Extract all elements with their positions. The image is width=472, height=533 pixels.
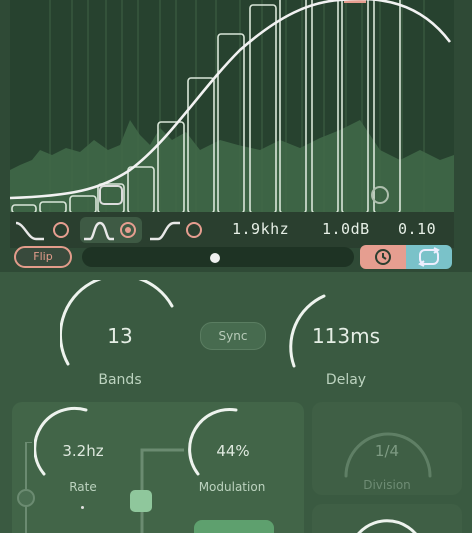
randomize-button[interactable]: [194, 520, 274, 533]
transport-row: Flip: [10, 244, 454, 272]
division-card: 1/4 Division: [312, 402, 462, 495]
q-readout[interactable]: 0.10: [398, 220, 436, 238]
lowpass-icon: [15, 221, 69, 241]
delay-label: Delay: [325, 372, 367, 388]
spectrum-graph: [10, 0, 454, 212]
modulation-label: Modulation: [198, 480, 266, 494]
highpass-shape-button[interactable]: [146, 217, 208, 243]
mod-amount-handle[interactable]: [130, 490, 152, 512]
bands-label: Bands: [98, 372, 142, 388]
modulation-card: 3.2hz Rate 44% Modulation: [12, 402, 304, 533]
vocoder-plugin-window: 1.9khz 1.0dB 0.10 Flip 13 Bands Sync 113…: [0, 0, 472, 533]
clock-icon: [375, 249, 391, 265]
sync-arrows-icon: [418, 247, 440, 267]
frequency-readout[interactable]: 1.9khz: [232, 220, 289, 238]
bands-value: 13: [107, 324, 133, 348]
mod-routing-line: [140, 448, 184, 533]
flip-button[interactable]: Flip: [14, 246, 72, 268]
rate-label: Rate: [69, 480, 97, 494]
bandpass-shape-button[interactable]: [80, 217, 142, 243]
modulation-value: 44%: [216, 442, 250, 460]
delay-value: 113ms: [311, 324, 381, 348]
position-slider[interactable]: [82, 247, 354, 267]
output-card: [312, 504, 462, 533]
highpass-icon: [150, 221, 202, 241]
lowpass-shape-button[interactable]: [14, 217, 74, 243]
bandpass-icon: [84, 221, 136, 241]
slider-thumb[interactable]: [210, 253, 221, 263]
band-spectrum-display[interactable]: [10, 0, 454, 212]
division-label: Division: [363, 478, 411, 492]
division-value: 1/4: [374, 442, 400, 460]
output-knob[interactable]: [342, 508, 432, 533]
sync-mode-button[interactable]: [406, 245, 452, 269]
left-routing-line: [17, 442, 35, 533]
lower-control-panel: 13 Bands Sync 113ms Delay 3.2hz Rate 44%…: [0, 272, 472, 533]
sync-toggle[interactable]: Sync: [200, 322, 266, 350]
gain-readout[interactable]: 1.0dB: [322, 220, 370, 238]
filter-controls-strip: 1.9khz 1.0dB 0.10: [10, 212, 454, 248]
rate-value: 3.2hz: [62, 442, 104, 460]
rate-indicator-dot: [81, 506, 84, 509]
time-mode-button[interactable]: [360, 245, 406, 269]
